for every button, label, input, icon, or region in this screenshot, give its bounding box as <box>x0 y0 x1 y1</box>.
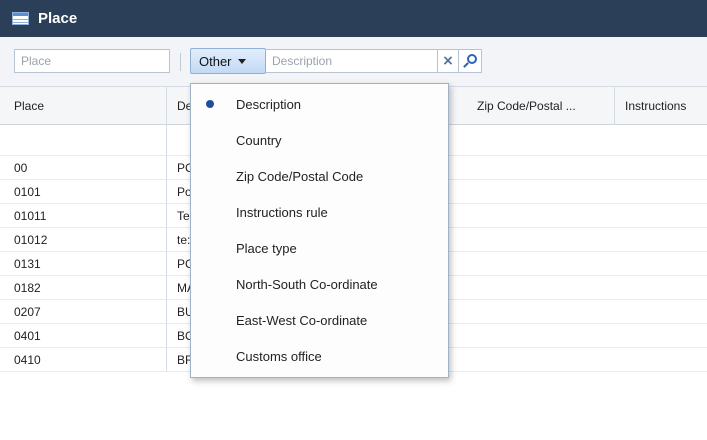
menu-item-description[interactable]: Description <box>191 86 448 122</box>
cell-place: 0410 <box>14 348 167 371</box>
menu-item-label: East-West Co-ordinate <box>236 312 368 328</box>
table-icon <box>12 12 29 25</box>
description-filter-input[interactable] <box>266 49 438 73</box>
cell-place: 0207 <box>14 300 167 323</box>
menu-item-label: Country <box>236 132 282 148</box>
window-title: Place <box>38 10 78 27</box>
menu-item-label: Place type <box>236 240 297 256</box>
menu-item-country[interactable]: Country <box>191 122 448 158</box>
filter-toolbar: Other × <box>0 37 707 87</box>
menu-item-label: Customs office <box>236 348 322 364</box>
menu-item-customs-office[interactable]: Customs office <box>191 338 448 374</box>
filter-field-label: Other <box>199 53 232 69</box>
place-filter-input[interactable] <box>14 49 170 73</box>
close-icon: × <box>442 53 454 69</box>
window-titlebar: Place <box>0 0 707 37</box>
toolbar-separator <box>180 53 181 71</box>
cell-place: 01011 <box>14 204 167 227</box>
menu-item-east-west[interactable]: East-West Co-ordinate <box>191 302 448 338</box>
column-header-instructions[interactable]: Instructions <box>615 87 707 125</box>
menu-item-north-south[interactable]: North-South Co-ordinate <box>191 266 448 302</box>
cell-place <box>14 125 167 155</box>
magnifier-handle <box>463 62 469 68</box>
column-header-place[interactable]: Place <box>14 87 167 125</box>
filter-field-menu: Description Country Zip Code/Postal Code… <box>190 83 449 378</box>
cell-place: 0182 <box>14 276 167 299</box>
menu-item-zip-code[interactable]: Zip Code/Postal Code <box>191 158 448 194</box>
menu-item-place-type[interactable]: Place type <box>191 230 448 266</box>
cell-place: 01012 <box>14 228 167 251</box>
menu-item-label: North-South Co-ordinate <box>236 276 378 292</box>
selected-radio-icon <box>206 100 214 108</box>
cell-place: 0401 <box>14 324 167 347</box>
cell-place: 0101 <box>14 180 167 203</box>
filter-field-dropdown-button[interactable]: Other <box>190 48 266 74</box>
menu-item-label: Description <box>236 96 302 112</box>
menu-item-instructions-rule[interactable]: Instructions rule <box>191 194 448 230</box>
cell-place: 00 <box>14 156 167 179</box>
column-header-zip[interactable]: Zip Code/Postal ... <box>467 87 615 125</box>
search-button[interactable] <box>459 49 482 73</box>
menu-item-label: Zip Code/Postal Code <box>236 168 364 184</box>
clear-filter-button[interactable]: × <box>438 49 459 73</box>
menu-item-label: Instructions rule <box>236 204 328 220</box>
cell-place: 0131 <box>14 252 167 275</box>
chevron-down-icon <box>237 58 246 64</box>
